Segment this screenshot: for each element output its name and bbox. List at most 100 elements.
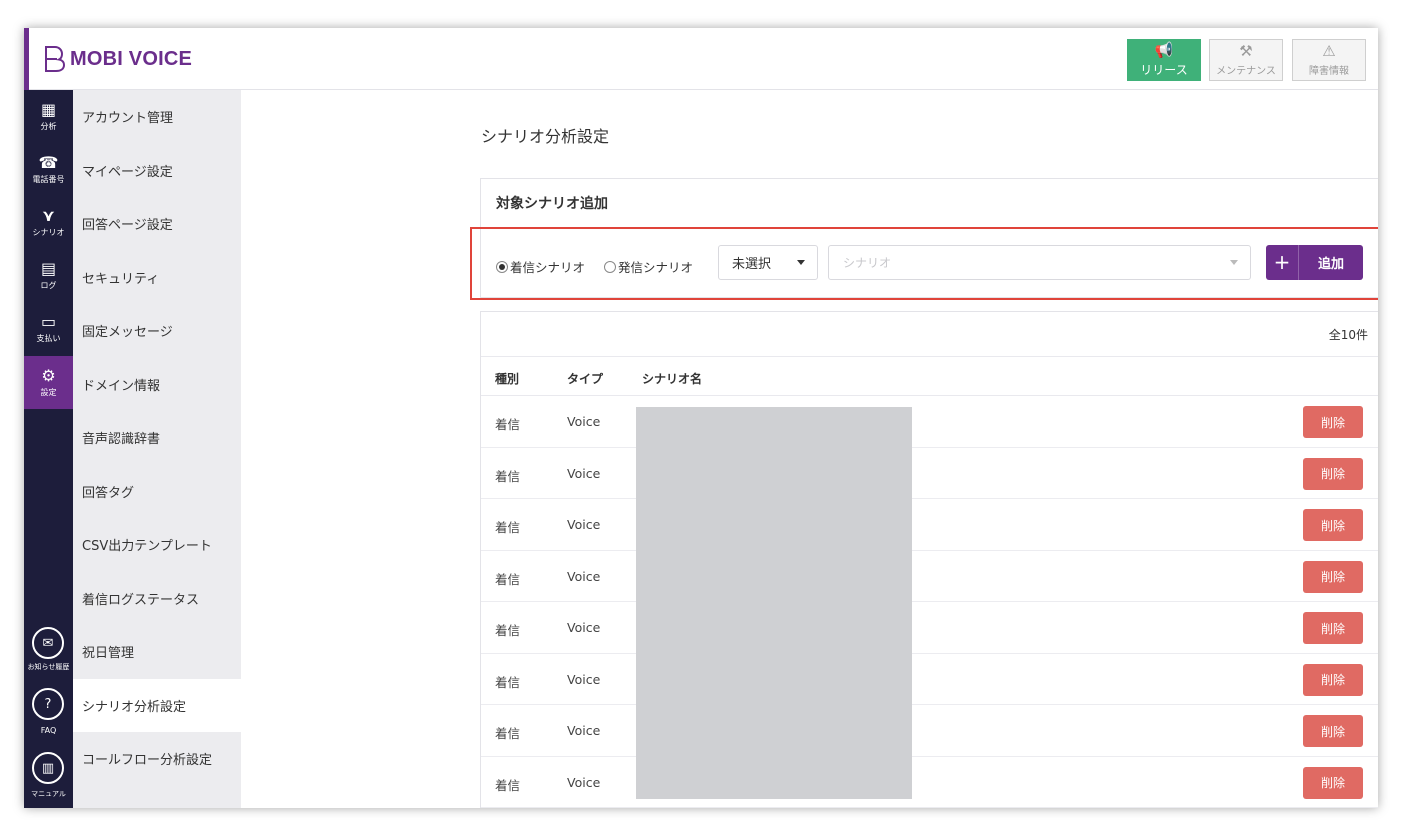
column-header-type: タイプ	[567, 372, 604, 386]
app-logo[interactable]: MOBI VOICE	[42, 44, 192, 74]
maintenance-button[interactable]: ⚒ メンテナンス	[1209, 39, 1283, 81]
app-window: MOBI VOICE 📢 リリース ⚒ メンテナンス ⚠ 障害情報 ▦ 分析 ☎…	[24, 28, 1378, 808]
table-row: 着信 Voice 削除	[481, 396, 1378, 448]
submenu-label: 回答タグ	[82, 485, 135, 501]
branch-icon: ⋎	[42, 206, 55, 225]
rail-item-analytics[interactable]: ▦ 分析	[24, 90, 73, 143]
phone-icon: ☎	[38, 153, 59, 172]
main-content: シナリオ分析設定 対象シナリオ追加 着信シナリオ 発信シナリオ 未選択 シナリオ…	[241, 90, 1378, 808]
submenu-label: セキュリティ	[82, 271, 160, 287]
table-row: 着信 Voice 削除	[481, 551, 1378, 602]
delete-button[interactable]: 削除	[1303, 509, 1363, 541]
incident-button[interactable]: ⚠ 障害情報	[1292, 39, 1366, 81]
table-row: 着信 Voice 削除	[481, 757, 1378, 808]
rail-item-settings[interactable]: ⚙ 設定	[24, 356, 73, 409]
submenu-item-fixed-message[interactable]: 固定メッセージ	[73, 304, 241, 357]
rail-label: 電話番号	[32, 175, 65, 184]
cell-type: Voice	[567, 671, 601, 687]
delete-button[interactable]: 削除	[1303, 560, 1363, 593]
submenu-label: 祝日管理	[82, 646, 135, 661]
tools-icon: ⚒	[1239, 41, 1253, 60]
rail-item-phone-numbers[interactable]: ☎ 電話番号	[24, 143, 73, 196]
rail-label: シナリオ	[32, 228, 65, 237]
table-row: 着信 Voice 削除	[481, 654, 1378, 705]
scenario-list-card: 全10件 種別 タイプ シナリオ名 着信 Voice 削除 着信 Voice 削…	[480, 311, 1378, 808]
settings-submenu: アカウント管理 マイページ設定 回答ページ設定 セキュリティ 固定メッセージ ド…	[73, 90, 241, 808]
submenu-item-scenario-analysis[interactable]: シナリオ分析設定	[73, 678, 241, 732]
incident-label: 障害情報	[1309, 65, 1349, 77]
column-header-kind: 種別	[495, 372, 520, 386]
logo-mark-icon	[45, 46, 66, 72]
submenu-item-mypage[interactable]: マイページ設定	[73, 144, 241, 197]
maintenance-label: メンテナンス	[1216, 65, 1276, 77]
rail-label: 支払い	[36, 334, 61, 343]
add-scenario-title: 対象シナリオ追加	[496, 196, 608, 212]
rail-item-scenario[interactable]: ⋎ シナリオ	[24, 196, 73, 249]
app-name: MOBI VOICE	[70, 47, 193, 70]
cell-kind: 着信	[495, 571, 521, 587]
rail-item-log[interactable]: ▤ ログ	[24, 249, 73, 302]
submenu-label: 回答ページ設定	[82, 218, 173, 233]
delete-button[interactable]: 削除	[1303, 663, 1363, 696]
submenu-label: 音声認識辞書	[82, 432, 161, 447]
cell-type: Voice	[567, 774, 601, 790]
submenu-item-security[interactable]: セキュリティ	[73, 251, 241, 304]
cell-type: Voice	[567, 620, 601, 635]
delete-button[interactable]: 削除	[1303, 715, 1363, 747]
notice-history-label: お知らせ履歴	[27, 663, 70, 671]
column-header-scenario-name: シナリオ名	[642, 372, 703, 386]
cell-kind: 着信	[495, 520, 521, 535]
cell-kind: 着信	[495, 417, 521, 432]
table-row: 着信 Voice 削除	[481, 705, 1378, 757]
submenu-label: CSV出力テンプレート	[82, 539, 212, 554]
submenu-label: アカウント管理	[82, 111, 174, 126]
submenu-item-answer-tag[interactable]: 回答タグ	[73, 465, 241, 518]
rail-label: 設定	[40, 388, 57, 397]
megaphone-icon: 📢	[1154, 40, 1174, 59]
submenu-item-domain[interactable]: ドメイン情報	[73, 358, 241, 411]
mail-icon[interactable]: ✉	[32, 627, 64, 659]
submenu-label: マイページ設定	[82, 164, 173, 180]
icon-rail: ▦ 分析 ☎ 電話番号 ⋎ シナリオ ▤ ログ ▭ 支払い ⚙ 設定 ✉ お知ら…	[24, 90, 73, 808]
table-row: 着信 Voice 削除	[481, 499, 1378, 551]
submenu-item-answer-page[interactable]: 回答ページ設定	[73, 197, 241, 250]
total-count: 全10件	[1328, 328, 1368, 342]
delete-button[interactable]: 削除	[1303, 766, 1363, 799]
cell-type: Voice	[567, 414, 601, 429]
submenu-item-holiday[interactable]: 祝日管理	[73, 625, 241, 678]
book-icon[interactable]: ▥	[32, 752, 64, 784]
cell-type: Voice	[567, 465, 601, 481]
delete-button[interactable]: 削除	[1303, 457, 1363, 490]
cell-kind: 着信	[495, 623, 521, 638]
table-header: 種別 タイプ シナリオ名	[481, 356, 1378, 396]
cell-type: Voice	[567, 568, 601, 584]
highlight-box	[470, 227, 1378, 300]
cell-kind: 着信	[495, 468, 521, 484]
cell-kind: 着信	[495, 726, 521, 741]
document-icon: ▤	[40, 259, 57, 278]
manual-label: マニュアル	[31, 790, 66, 798]
delete-button[interactable]: 削除	[1303, 612, 1363, 644]
header-accent-bar	[24, 28, 29, 90]
submenu-item-callflow-analysis[interactable]: コールフロー分析設定	[73, 732, 241, 785]
table-row: 着信 Voice 削除	[481, 602, 1378, 654]
rail-label: ログ	[40, 281, 57, 290]
rail-item-payment[interactable]: ▭ 支払い	[24, 302, 73, 355]
submenu-label: 固定メッセージ	[82, 325, 173, 340]
warning-icon: ⚠	[1322, 41, 1336, 60]
submenu-label: シナリオ分析設定	[82, 699, 187, 715]
help-icon[interactable]: ?	[32, 688, 64, 720]
faq-label: FAQ	[40, 726, 57, 735]
release-label: リリース	[1140, 62, 1188, 77]
submenu-label: 着信ログステータス	[82, 592, 200, 608]
dashboard-icon: ▦	[40, 100, 57, 119]
top-header: MOBI VOICE 📢 リリース ⚒ メンテナンス ⚠ 障害情報	[24, 28, 1378, 90]
submenu-item-csv-template[interactable]: CSV出力テンプレート	[73, 518, 241, 571]
submenu-item-speech-dictionary[interactable]: 音声認識辞書	[73, 411, 241, 464]
release-button[interactable]: 📢 リリース	[1127, 39, 1201, 81]
gear-icon: ⚙	[41, 366, 56, 385]
submenu-item-account[interactable]: アカウント管理	[73, 90, 241, 143]
delete-button[interactable]: 削除	[1303, 406, 1363, 438]
submenu-label: コールフロー分析設定	[82, 753, 213, 768]
submenu-item-incoming-log-status[interactable]: 着信ログステータス	[73, 572, 241, 625]
